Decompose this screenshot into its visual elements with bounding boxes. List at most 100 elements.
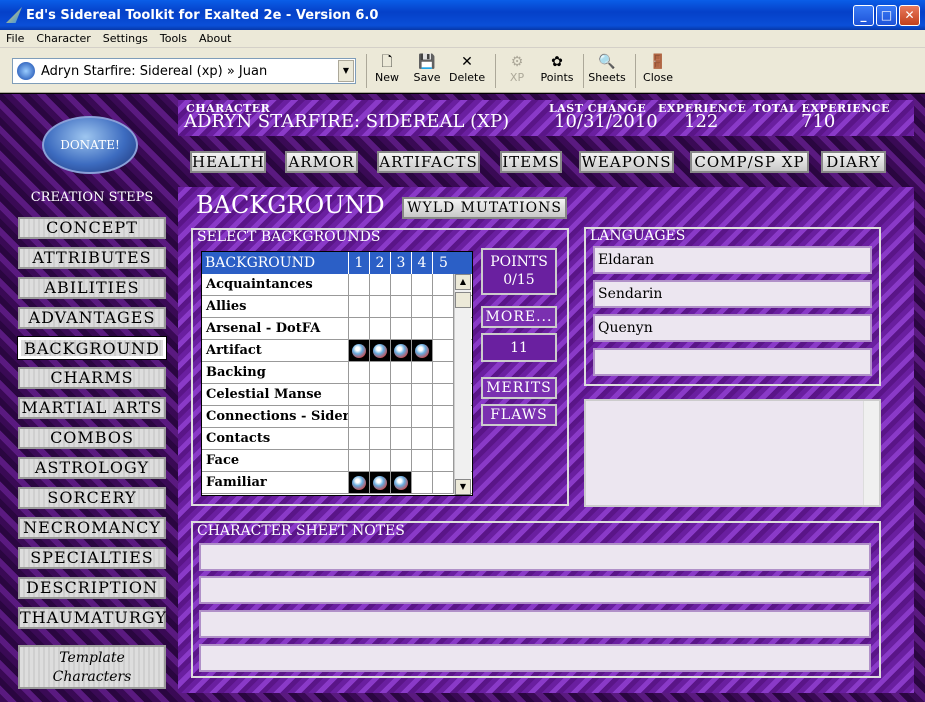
textarea-scrollbar[interactable] (863, 401, 879, 505)
menu-tools[interactable]: Tools (154, 32, 193, 45)
dot-cell[interactable] (391, 406, 412, 427)
donate-button[interactable]: DONATE! (42, 116, 138, 174)
character-select[interactable]: Adryn Starfire: Sidereal (xp) » Juan ▼ (12, 58, 356, 84)
dot-cell[interactable] (433, 274, 454, 295)
dot-cell[interactable] (391, 450, 412, 471)
dot-cell[interactable] (412, 428, 433, 449)
dot-cell[interactable] (412, 472, 433, 493)
note-field-1[interactable] (199, 543, 871, 571)
merits-button[interactable]: MERITS (481, 377, 557, 399)
language-field-2[interactable]: Sendarin (593, 280, 872, 308)
dot-cell[interactable] (370, 450, 391, 471)
dot-cell[interactable] (412, 340, 433, 361)
dot-cell[interactable] (391, 274, 412, 295)
dot-cell[interactable] (412, 318, 433, 339)
note-field-3[interactable] (199, 610, 871, 638)
dot-cell[interactable] (349, 406, 370, 427)
dot-cell[interactable] (391, 472, 412, 493)
close-window-button[interactable]: ✕ (899, 5, 920, 26)
nav-items[interactable]: ITEMS (500, 151, 562, 173)
dot-cell[interactable] (370, 428, 391, 449)
template-characters-button[interactable]: Template Characters (18, 645, 166, 689)
step-description[interactable]: DESCRIPTION (18, 577, 166, 599)
dot-cell[interactable] (412, 296, 433, 317)
nav-armor[interactable]: ARMOR (285, 151, 358, 173)
table-row[interactable]: Connections - Sidere (202, 406, 472, 428)
dot-cell[interactable] (349, 428, 370, 449)
more-button[interactable]: MORE... (481, 306, 557, 328)
flaws-button[interactable]: FLAWS (481, 404, 557, 426)
dot-cell[interactable] (391, 384, 412, 405)
table-row[interactable]: Arsenal - DotFA (202, 318, 472, 340)
step-abilities[interactable]: ABILITIES (18, 277, 166, 299)
step-charms[interactable]: CHARMS (18, 367, 166, 389)
table-row[interactable]: Backing (202, 362, 472, 384)
dot-cell[interactable] (370, 296, 391, 317)
dot-cell[interactable] (370, 472, 391, 493)
nav-artifacts[interactable]: ARTIFACTS (377, 151, 480, 173)
dot-cell[interactable] (349, 274, 370, 295)
scroll-thumb[interactable] (455, 292, 471, 308)
table-row[interactable]: Allies (202, 296, 472, 318)
note-field-2[interactable] (199, 576, 871, 604)
menu-settings[interactable]: Settings (97, 32, 154, 45)
new-button[interactable]: 🗋 New (372, 53, 402, 91)
dot-cell[interactable] (391, 296, 412, 317)
dot-cell[interactable] (370, 340, 391, 361)
scroll-down-icon[interactable]: ▼ (455, 479, 471, 495)
dot-cell[interactable] (349, 362, 370, 383)
dot-cell[interactable] (349, 472, 370, 493)
dot-cell[interactable] (412, 384, 433, 405)
scroll-up-icon[interactable]: ▲ (455, 274, 471, 290)
step-specialties[interactable]: SPECIALTIES (18, 547, 166, 569)
nav-comp-sp-xp[interactable]: COMP/SP XP (690, 151, 809, 173)
dot-cell[interactable] (370, 274, 391, 295)
dot-cell[interactable] (433, 428, 454, 449)
step-astrology[interactable]: ASTROLOGY (18, 457, 166, 479)
table-row[interactable]: Face (202, 450, 472, 472)
step-combos[interactable]: COMBOS (18, 427, 166, 449)
table-row[interactable]: Celestial Manse (202, 384, 472, 406)
dot-cell[interactable] (412, 274, 433, 295)
step-sorcery[interactable]: SORCERY (18, 487, 166, 509)
table-row[interactable]: Acquaintances (202, 274, 472, 296)
grid-header-background[interactable]: BACKGROUND (202, 252, 349, 274)
dot-cell[interactable] (349, 340, 370, 361)
step-martial-arts[interactable]: MARTIAL ARTS (18, 397, 166, 419)
dot-cell[interactable] (433, 384, 454, 405)
dot-cell[interactable] (370, 362, 391, 383)
points-button[interactable]: ✿ Points (539, 53, 575, 91)
step-thaumaturgy[interactable]: THAUMATURGY (18, 607, 166, 629)
maximize-button[interactable]: □ (876, 5, 897, 26)
dot-cell[interactable] (433, 450, 454, 471)
dot-cell[interactable] (370, 406, 391, 427)
dot-cell[interactable] (433, 340, 454, 361)
description-textarea[interactable] (584, 399, 881, 507)
dot-cell[interactable] (433, 296, 454, 317)
table-row[interactable]: Contacts (202, 428, 472, 450)
grid-scrollbar[interactable]: ▲ ▼ (454, 274, 471, 495)
wyld-mutations-button[interactable]: WYLD MUTATIONS (402, 197, 567, 219)
dot-cell[interactable] (412, 406, 433, 427)
language-field-3[interactable]: Quenyn (593, 314, 872, 342)
note-field-4[interactable] (199, 644, 871, 672)
nav-health[interactable]: HEALTH (190, 151, 266, 173)
language-field-4[interactable] (593, 348, 872, 376)
dot-cell[interactable] (391, 428, 412, 449)
table-row[interactable]: Familiar (202, 472, 472, 494)
step-attributes[interactable]: ATTRIBUTES (18, 247, 166, 269)
dot-cell[interactable] (433, 406, 454, 427)
table-row[interactable]: Artifact (202, 340, 472, 362)
dot-cell[interactable] (391, 318, 412, 339)
dot-cell[interactable] (433, 472, 454, 493)
dot-cell[interactable] (433, 318, 454, 339)
nav-diary[interactable]: DIARY (821, 151, 886, 173)
dot-cell[interactable] (391, 340, 412, 361)
dot-cell[interactable] (370, 318, 391, 339)
delete-button[interactable]: ✕ Delete (449, 53, 485, 91)
step-necromancy[interactable]: NECROMANCY (18, 517, 166, 539)
dot-cell[interactable] (412, 450, 433, 471)
step-background[interactable]: BACKGROUND (18, 337, 166, 359)
chevron-down-icon[interactable]: ▼ (338, 60, 354, 82)
dot-cell[interactable] (433, 362, 454, 383)
